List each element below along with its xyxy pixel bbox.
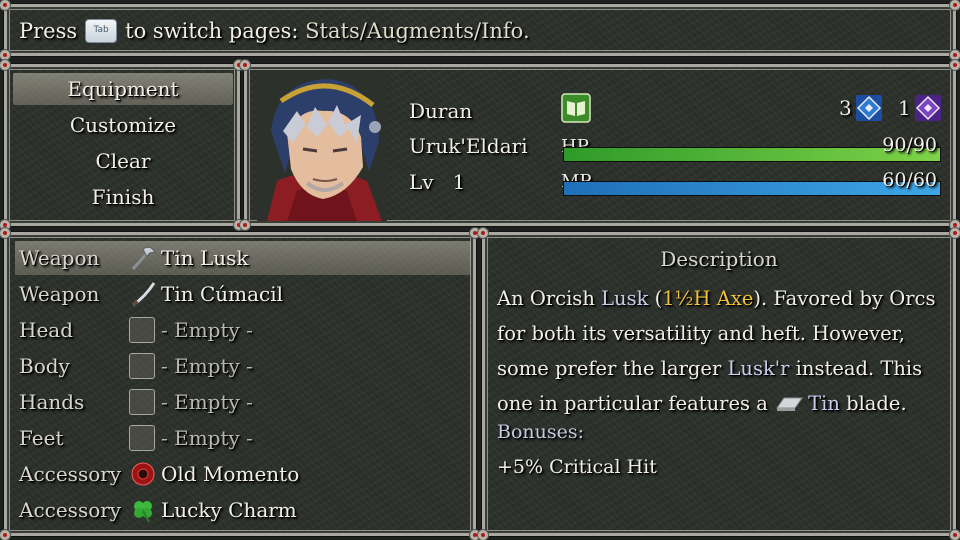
sword-icon xyxy=(129,281,157,307)
bonuses-label: Bonuses: xyxy=(497,421,585,443)
slot-name: Weapon xyxy=(19,246,100,270)
empty-slot-icon xyxy=(129,353,155,379)
empty-slot-icon xyxy=(129,317,155,343)
slot-name: Head xyxy=(19,318,74,342)
item-name: - Empty - xyxy=(161,426,253,450)
tab-key-icon: Tab xyxy=(85,19,118,43)
item-name: - Empty - xyxy=(161,354,253,378)
equipment-slot-row[interactable]: Weapon Tin Lusk xyxy=(15,241,471,275)
command-menu: Equipment Customize Clear Finish xyxy=(0,60,244,230)
jp-point-icon xyxy=(914,95,941,121)
slot-name: Body xyxy=(19,354,70,378)
tin-ingot-icon xyxy=(774,388,804,411)
item-name: Tin Cúmacil xyxy=(161,282,284,306)
item-name: - Empty - xyxy=(161,318,253,342)
description-panel: Description An Orcish Lusk (1½H Axe). Fa… xyxy=(478,228,960,540)
slot-name: Hands xyxy=(19,390,85,414)
item-name: Old Momento xyxy=(161,462,300,486)
slot-name: Weapon xyxy=(19,282,100,306)
level-label: Lv xyxy=(409,170,434,194)
desc-part-5: blade. xyxy=(839,392,907,415)
item-name: Tin Lusk xyxy=(161,246,249,270)
equipment-slot-row[interactable]: Weapon Tin Cúmacil xyxy=(15,277,471,311)
actor-level: Lv 1 xyxy=(409,170,465,194)
menu-item-clear[interactable]: Clear xyxy=(13,145,233,177)
bonus-value: +5% Critical Hit xyxy=(497,456,657,478)
empty-slot-icon xyxy=(129,425,155,451)
menu-item-finish[interactable]: Finish xyxy=(13,181,233,213)
desc-keyword-tin: Tin xyxy=(808,392,840,415)
actor-status-panel: Duran Uruk'Eldari Lv 1 3 1 HP 90/90 MP 6… xyxy=(240,60,960,230)
clover-icon xyxy=(129,497,157,523)
ap-point-icon xyxy=(855,95,882,121)
desc-keyword-lusk: Lusk xyxy=(601,287,649,310)
equipment-slot-row[interactable]: Head - Empty - xyxy=(15,313,471,347)
skill-book-icon xyxy=(561,93,591,123)
menu-item-equipment[interactable]: Equipment xyxy=(13,73,233,105)
slot-name: Accessory xyxy=(19,462,122,486)
item-name: - Empty - xyxy=(161,390,253,414)
description-title: Description xyxy=(660,247,778,271)
red-medallion-icon xyxy=(129,461,157,487)
axe-icon xyxy=(129,245,157,271)
help-switch: to switch pages: xyxy=(125,19,299,43)
desc-handedness: 1½H Axe xyxy=(662,287,754,310)
help-text: Press Tab to switch pages: Stats/Augment… xyxy=(19,19,530,43)
help-panel: Press Tab to switch pages: Stats/Augment… xyxy=(0,0,960,60)
actor-portrait xyxy=(257,71,387,221)
points-a: 3 xyxy=(839,95,882,121)
actor-race: Uruk'Eldari xyxy=(409,134,528,158)
actor-name: Duran xyxy=(409,99,473,123)
hp-value: 90/90 xyxy=(882,134,937,156)
desc-part-2: ( xyxy=(648,287,663,310)
desc-keyword-luskr: Lusk'r xyxy=(727,357,790,380)
slot-name: Accessory xyxy=(19,498,122,522)
slot-name: Feet xyxy=(19,426,64,450)
points-b: 1 xyxy=(898,95,941,121)
level-value: 1 xyxy=(452,170,466,194)
help-pages: Stats/Augments/Info. xyxy=(305,19,530,43)
points-b-value: 1 xyxy=(898,96,911,120)
help-press: Press xyxy=(19,19,78,43)
equipment-slot-row[interactable]: Accessory Lucky Charm xyxy=(15,493,471,527)
mp-value: 60/60 xyxy=(882,169,937,191)
equipment-slot-row[interactable]: Feet - Empty - xyxy=(15,421,471,455)
description-text: An Orcish Lusk (1½H Axe). Favored by Orc… xyxy=(497,281,945,421)
equipment-slot-row[interactable]: Hands - Empty - xyxy=(15,385,471,419)
equipment-slot-row[interactable]: Body - Empty - xyxy=(15,349,471,383)
points-a-value: 3 xyxy=(839,96,852,120)
desc-part-1: An Orcish xyxy=(497,287,602,310)
menu-item-customize[interactable]: Customize xyxy=(13,109,233,141)
empty-slot-icon xyxy=(129,389,155,415)
item-name: Lucky Charm xyxy=(161,498,297,522)
equipment-slot-row[interactable]: Accessory Old Momento xyxy=(15,457,471,491)
equipment-panel: Weapon Tin Lusk Weapon Tin Cúmacil Head - Emp… xyxy=(0,228,480,540)
